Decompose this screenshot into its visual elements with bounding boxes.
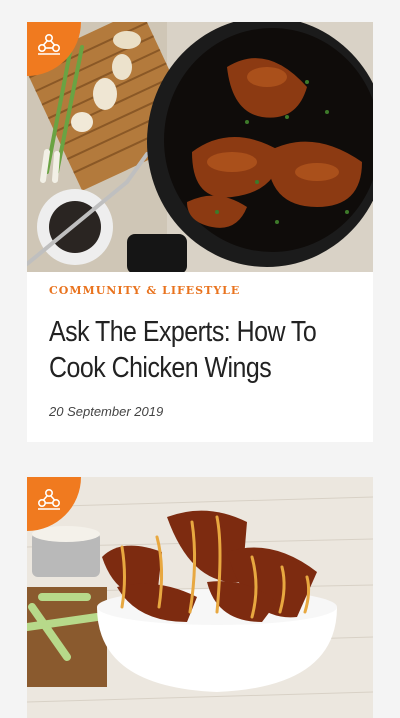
chicken-wings-pan-photo <box>27 22 373 272</box>
article-image[interactable] <box>27 22 373 272</box>
bbq-wings-bowl-photo <box>27 477 373 718</box>
article-card[interactable]: Community & Lifestyle Ask The Experts: H… <box>27 22 373 442</box>
article-card[interactable] <box>27 477 373 718</box>
article-title[interactable]: Ask The Experts: How To Cook Chicken Win… <box>49 314 350 386</box>
article-image[interactable] <box>27 477 373 718</box>
article-category[interactable]: Community & Lifestyle <box>49 284 351 297</box>
brand-logo-icon <box>37 33 60 55</box>
brand-logo-icon <box>37 488 60 510</box>
article-date: 20 September 2019 <box>49 404 164 419</box>
